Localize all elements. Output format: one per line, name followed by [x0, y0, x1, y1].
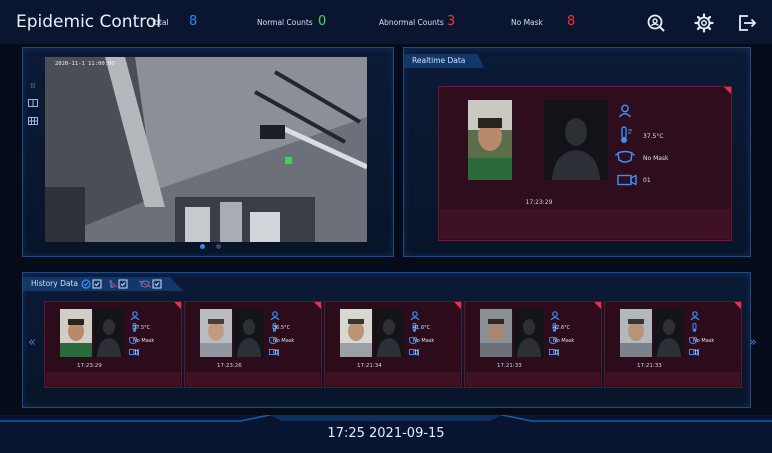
logout-icon[interactable]: [737, 13, 757, 33]
normal-counts-label: Normal Counts: [257, 18, 313, 27]
history-card-3[interactable]: 41.6°C No Mask 01 17:21:34: [324, 301, 462, 388]
captured-face-image: [468, 100, 512, 180]
no-mask-value: 8: [567, 14, 576, 29]
history-time: 17:21:34: [357, 363, 382, 369]
layout-grid-icon[interactable]: [28, 117, 38, 125]
history-card-4[interactable]: 42.6°C No Mask 01 17:21:33: [464, 301, 602, 388]
realtime-time: 17:23:29: [525, 199, 553, 206]
history-camera: 01: [693, 350, 700, 356]
history-time: 17:21:33: [497, 363, 522, 369]
person-icon: [270, 311, 280, 320]
mask-icon: [615, 150, 635, 163]
realtime-mask-status: No Mask: [643, 155, 669, 162]
history-card-2[interactable]: 36.5°C No Mask 01 17:23:26: [184, 301, 322, 388]
face-search-icon[interactable]: [646, 13, 666, 33]
person-icon: [410, 311, 420, 320]
history-camera: 01: [553, 350, 560, 356]
live-camera-feed[interactable]: 2020-11-1 11:00:00: [45, 57, 367, 242]
history-temperature: 42.6°C: [553, 325, 571, 331]
thermometer-icon: [621, 126, 632, 143]
realtime-record-card: 17:23:29: [438, 86, 732, 241]
app-title: Epidemic Control: [16, 12, 161, 32]
history-template-placeholder: [374, 309, 404, 357]
settings-gear-icon[interactable]: [694, 13, 714, 33]
history-time: 17:23:26: [217, 363, 242, 369]
realtime-card-strip: [440, 209, 730, 239]
history-time: 17:23:29: [77, 363, 102, 369]
history-template-placeholder: [514, 309, 544, 357]
history-card-1[interactable]: 37.5°C No Mask 01 17:23:29: [44, 301, 182, 388]
history-temperature: 36.5°C: [273, 325, 291, 331]
history-next-button[interactable]: »: [749, 335, 757, 350]
history-template-placeholder: [654, 309, 684, 357]
realtime-camera: 01: [643, 177, 651, 184]
thermometer-icon: [692, 323, 697, 332]
history-mask-status: No Mask: [553, 338, 575, 344]
history-capture-image: [200, 309, 232, 357]
history-mask-status: No Mask: [133, 338, 155, 344]
person-icon: [618, 104, 632, 118]
history-camera: 01: [133, 350, 140, 356]
no-mask-label: No Mask: [511, 18, 543, 27]
history-camera: 01: [273, 350, 280, 356]
history-temperature: 37.5°C: [133, 325, 151, 331]
layout-single-icon[interactable]: ⁞⁞: [28, 82, 38, 90]
pager-dot-active[interactable]: [200, 244, 205, 249]
history-template-placeholder: [234, 309, 264, 357]
history-capture-image: [340, 309, 372, 357]
footer-clock: 17:25 2021-09-15: [327, 426, 445, 441]
history-data-label: History Data: [31, 279, 78, 288]
history-time: 17:21:33: [637, 363, 662, 369]
realtime-data-tab: Realtime Data: [404, 54, 484, 68]
video-timestamp: 2020-11-1 11:00:00: [55, 61, 115, 67]
layout-quad-icon[interactable]: [28, 99, 38, 107]
history-prev-button[interactable]: «: [28, 335, 36, 350]
history-template-placeholder: [94, 309, 124, 357]
history-filter-group: [81, 279, 162, 289]
history-mask-status: No Mask: [273, 338, 295, 344]
realtime-temperature: 37.5°C: [643, 133, 664, 140]
normal-counts-value: 0: [318, 14, 327, 29]
history-capture-image: [620, 309, 652, 357]
person-icon: [690, 311, 700, 320]
pager-dot[interactable]: [216, 244, 221, 249]
person-icon: [130, 311, 140, 320]
history-capture-image: [60, 309, 92, 357]
total-value: 8: [189, 14, 198, 29]
alert-corner-marker: [724, 87, 731, 94]
camera-icon: [617, 174, 637, 186]
abnormal-counts-label: Abnormal Counts: [379, 18, 444, 27]
history-card-5[interactable]: No Mask 01 17:21:33: [604, 301, 742, 388]
total-label: Total: [151, 18, 169, 27]
person-icon: [550, 311, 560, 320]
history-mask-status: No Mask: [693, 338, 715, 344]
history-temperature: 41.6°C: [413, 325, 431, 331]
history-capture-image: [480, 309, 512, 357]
template-face-placeholder: [544, 100, 608, 180]
abnormal-counts-value: 3: [447, 14, 456, 29]
history-mask-status: No Mask: [413, 338, 435, 344]
history-camera: 01: [413, 350, 420, 356]
